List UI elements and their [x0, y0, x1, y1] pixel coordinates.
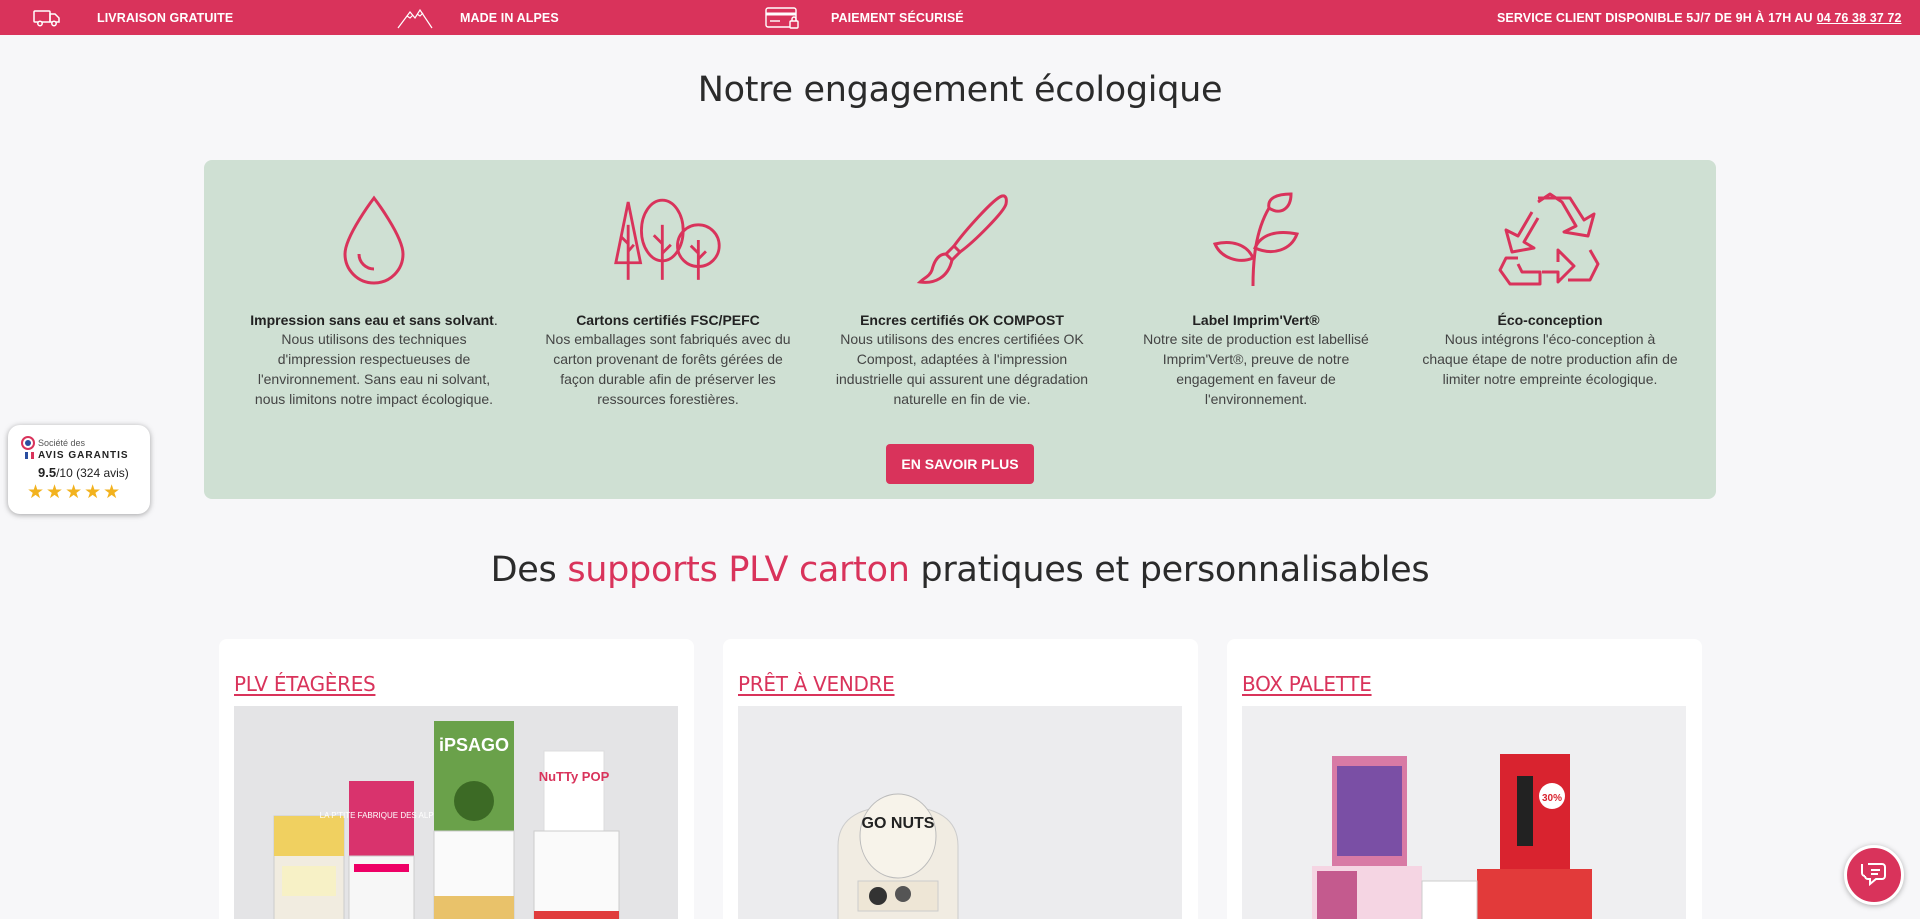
card-title-link[interactable]: PRÊT À VENDRE — [738, 672, 895, 696]
plv-title-before: Des — [490, 550, 557, 590]
alps-label: MADE IN ALPES — [460, 10, 559, 25]
chat-icon — [1860, 860, 1888, 891]
french-flag-icon — [25, 452, 34, 459]
eco-item-description: Nous intégrons l'éco-conception à chaque… — [1422, 331, 1678, 387]
mountain-icon — [397, 6, 433, 30]
box-palette-image: 30% — [1242, 706, 1686, 919]
product-card-pret-a-vendre[interactable]: PRÊT À VENDRE GO NUTS — [723, 639, 1198, 919]
image-text: iPSAGO — [439, 735, 509, 755]
plv-section-title: Des supports PLV carton pratiques et per… — [0, 550, 1920, 590]
eco-item-fsc: Cartons certifiés FSC/PEFC Nos emballage… — [538, 190, 798, 409]
water-drop-icon — [319, 190, 429, 290]
eco-item-title: Label Imprim'Vert® — [1192, 312, 1320, 328]
alps-info: MADE IN ALPES — [397, 0, 559, 35]
eco-item-title: Cartons certifiés FSC/PEFC — [576, 312, 760, 328]
eco-item-description: Nos emballages sont fabriqués avec du ca… — [545, 331, 791, 407]
reviews-company-line1: Société des — [38, 438, 86, 448]
trees-icon — [613, 190, 723, 290]
eco-item-title: Encres certifiés OK COMPOST — [860, 312, 1064, 328]
service-label: SERVICE CLIENT DISPONIBLE 5J/7 DE 9H À 1… — [1497, 10, 1813, 25]
image-text: 30% — [1542, 793, 1562, 804]
card-title-link[interactable]: BOX PALETTE — [1242, 672, 1372, 696]
chat-button[interactable] — [1844, 845, 1904, 905]
image-text: NuTTy POP — [539, 769, 610, 784]
learn-more-button[interactable]: EN SAVOIR PLUS — [886, 444, 1034, 484]
eco-item-ecoconception: Éco-conception Nous intégrons l'éco-conc… — [1420, 190, 1680, 389]
image-text: LA P'TITE FABRIQUE DES ALPES — [320, 811, 445, 820]
reviews-rating: 9.5/10 (324 avis) — [38, 465, 129, 480]
product-card-box-palette[interactable]: BOX PALETTE 30% — [1227, 639, 1702, 919]
reviews-scale: /10 — [56, 466, 73, 480]
eco-item-description: Nous utilisons des techniques d'impressi… — [254, 331, 494, 407]
payment-label: PAIEMENT SÉCURISÉ — [831, 10, 964, 25]
reviews-score: 9.5 — [38, 465, 57, 480]
reviews-badge[interactable]: Société des AVIS GARANTIS 9.5/10 (324 av… — [8, 425, 150, 514]
reviews-count: (324 avis) — [76, 466, 129, 480]
avis-logo-icon — [21, 436, 35, 450]
card-title-link[interactable]: PLV ÉTAGÈRES — [234, 672, 376, 696]
customer-service-info: SERVICE CLIENT DISPONIBLE 5J/7 DE 9H À 1… — [1497, 0, 1902, 35]
plv-title-accent: supports PLV carton — [567, 550, 910, 590]
credit-card-icon — [765, 6, 801, 30]
plv-title-after: pratiques et personnalisables — [920, 550, 1430, 590]
reviews-company-name: AVIS GARANTIS — [38, 450, 129, 461]
eco-item-description: Nous utilisons des encres certifiées OK … — [835, 331, 1089, 407]
eco-item-water: Impression sans eau et sans solvant. Nou… — [244, 190, 504, 409]
eco-commitment-panel: Impression sans eau et sans solvant. Nou… — [204, 160, 1716, 499]
product-card-plv-etageres[interactable]: PLV ÉTAGÈRES LA P'TITE FABRIQUE DES ALPE… — [219, 639, 694, 919]
eco-item-title: Impression sans eau et sans solvant — [250, 312, 494, 328]
eco-item-title-suffix: . — [493, 312, 498, 328]
paintbrush-icon — [907, 190, 1017, 290]
eco-item-description: Notre site de production est labellisé I… — [1143, 331, 1369, 407]
phone-link[interactable]: 04 76 38 37 72 — [1817, 11, 1902, 25]
image-text: GO NUTS — [862, 815, 935, 832]
eco-section-title: Notre engagement écologique — [697, 70, 1223, 110]
star-rating-icon: ★★★★★ — [27, 482, 123, 503]
plv-shelves-image: LA P'TITE FABRIQUE DES ALPES iPSAGO NuTT… — [234, 706, 678, 919]
truck-icon — [33, 8, 61, 28]
recycle-icon — [1495, 190, 1605, 290]
payment-info: PAIEMENT SÉCURISÉ — [765, 0, 964, 35]
delivery-info: LIVRAISON GRATUITE — [33, 0, 233, 35]
ready-to-sell-image: GO NUTS — [738, 706, 1182, 919]
delivery-label: LIVRAISON GRATUITE — [97, 10, 234, 25]
eco-item-imprimvert: Label Imprim'Vert® Notre site de product… — [1126, 190, 1386, 409]
eco-item-compost: Encres certifiés OK COMPOST Nous utiliso… — [832, 190, 1092, 409]
plant-icon — [1201, 190, 1311, 290]
eco-item-title: Éco-conception — [1497, 312, 1603, 328]
top-info-bar: LIVRAISON GRATUITE MADE IN ALPES PAIEMEN… — [0, 0, 1920, 35]
